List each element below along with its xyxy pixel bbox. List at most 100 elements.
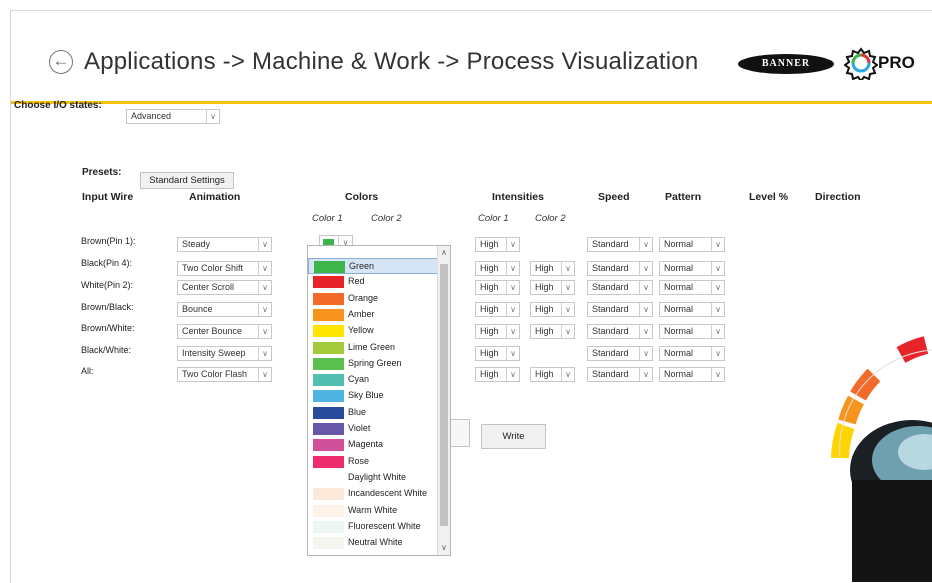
color-option-lime-green[interactable]: Lime Green bbox=[308, 340, 438, 356]
scroll-down-icon[interactable]: ∨ bbox=[438, 541, 450, 555]
color-dropdown-list[interactable]: Green Red Orange Amber Yellow Lime Green Sprin… bbox=[307, 245, 451, 556]
color-option-green[interactable]: Green bbox=[308, 258, 438, 274]
speed-select-value: Standard bbox=[592, 304, 629, 314]
color-option-cyan[interactable]: Cyan bbox=[308, 372, 438, 388]
column-speed: Speed bbox=[598, 191, 630, 203]
color-swatch bbox=[313, 341, 344, 354]
color-swatch bbox=[313, 423, 344, 435]
color-option-amber[interactable]: Amber bbox=[308, 307, 438, 323]
subheader-intensity2: Color 2 bbox=[535, 213, 566, 224]
color-option-magenta[interactable]: Magenta bbox=[308, 437, 438, 453]
chevron-down-icon: ∨ bbox=[506, 238, 519, 251]
column-pattern: Pattern bbox=[665, 191, 702, 203]
animation-select[interactable]: Two Color Flash ∨ bbox=[177, 367, 272, 382]
intensity1-select[interactable]: High ∨ bbox=[475, 261, 520, 276]
animation-select[interactable]: Intensity Sweep ∨ bbox=[177, 346, 272, 361]
animation-select[interactable]: Two Color Shift ∨ bbox=[177, 261, 272, 276]
intensity1-select[interactable]: High ∨ bbox=[475, 280, 520, 295]
intensity1-select-value: High bbox=[480, 304, 499, 314]
intensity1-select-value: High bbox=[480, 348, 499, 358]
color-option-fluorescent-white[interactable]: Fluorescent White bbox=[308, 519, 438, 535]
color-swatch bbox=[313, 325, 344, 338]
intensity1-select[interactable]: High ∨ bbox=[475, 324, 520, 339]
color-swatch bbox=[314, 261, 345, 273]
intensity1-select[interactable]: High ∨ bbox=[475, 237, 520, 252]
chevron-down-icon: ∨ bbox=[711, 281, 724, 294]
speed-select[interactable]: Standard ∨ bbox=[587, 346, 653, 361]
chevron-down-icon: ∨ bbox=[506, 303, 519, 316]
intensity2-select[interactable]: High ∨ bbox=[530, 324, 575, 339]
pattern-select[interactable]: Normal ∨ bbox=[659, 346, 725, 361]
speed-select[interactable]: Standard ∨ bbox=[587, 367, 653, 382]
animation-select-value: Intensity Sweep bbox=[182, 348, 246, 358]
color-swatch bbox=[313, 537, 344, 550]
chevron-down-icon: ∨ bbox=[561, 325, 574, 338]
pattern-select-value: Normal bbox=[664, 239, 694, 249]
color-option-red[interactable]: Red bbox=[308, 274, 438, 290]
standard-settings-button[interactable]: Standard Settings bbox=[140, 172, 234, 189]
speed-select[interactable]: Standard ∨ bbox=[587, 237, 653, 252]
color-option-spring-green[interactable]: Spring Green bbox=[308, 356, 438, 372]
animation-select[interactable]: Center Scroll ∨ bbox=[177, 280, 272, 295]
speed-select[interactable]: Standard ∨ bbox=[587, 324, 653, 339]
color-option-daylight-white[interactable]: Daylight White bbox=[308, 470, 438, 486]
color-option-rose[interactable]: Rose bbox=[308, 454, 438, 470]
color-option-orange[interactable]: Orange bbox=[308, 291, 438, 307]
color-option-label: Green bbox=[349, 261, 375, 271]
light-tower-illustration bbox=[831, 336, 932, 582]
animation-select[interactable]: Steady ∨ bbox=[177, 237, 272, 252]
dropdown-scrollbar[interactable]: ∧ ∨ bbox=[437, 246, 450, 555]
speed-select[interactable]: Standard ∨ bbox=[587, 280, 653, 295]
pattern-select[interactable]: Normal ∨ bbox=[659, 302, 725, 317]
io-states-select[interactable]: Advanced ∨ bbox=[126, 109, 220, 124]
color-option-violet[interactable]: Violet bbox=[308, 421, 438, 437]
intensity2-select-value: High bbox=[535, 326, 554, 336]
chevron-down-icon: ∨ bbox=[711, 325, 724, 338]
color-option-sky-blue[interactable]: Sky Blue bbox=[308, 388, 438, 404]
color-option-neutral-white[interactable]: Neutral White bbox=[308, 535, 438, 551]
intensity2-select[interactable]: High ∨ bbox=[530, 261, 575, 276]
pattern-select[interactable]: Normal ∨ bbox=[659, 261, 725, 276]
write-button[interactable]: Write bbox=[481, 424, 546, 449]
color-option-warm-white[interactable]: Warm White bbox=[308, 503, 438, 519]
color-swatch bbox=[313, 504, 344, 517]
color-option-label: Daylight White bbox=[348, 471, 407, 482]
color-option-yellow[interactable]: Yellow bbox=[308, 323, 438, 339]
intensity2-select[interactable]: High ∨ bbox=[530, 367, 575, 382]
intensity2-select[interactable]: High ∨ bbox=[530, 280, 575, 295]
pro-logo-text: PRO bbox=[878, 53, 915, 72]
speed-select[interactable]: Standard ∨ bbox=[587, 302, 653, 317]
color-option-label: Neutral White bbox=[348, 537, 403, 548]
pattern-select[interactable]: Normal ∨ bbox=[659, 237, 725, 252]
intensity1-select[interactable]: High ∨ bbox=[475, 302, 520, 317]
chevron-down-icon: ∨ bbox=[711, 262, 724, 275]
scrollbar-thumb[interactable] bbox=[440, 264, 448, 526]
chevron-down-icon: ∨ bbox=[506, 368, 519, 381]
intensity1-select[interactable]: High ∨ bbox=[475, 367, 520, 382]
chevron-down-icon: ∨ bbox=[258, 368, 271, 381]
chevron-down-icon: ∨ bbox=[711, 368, 724, 381]
chevron-down-icon: ∨ bbox=[506, 262, 519, 275]
intensity1-select[interactable]: High ∨ bbox=[475, 346, 520, 361]
pattern-select[interactable]: Normal ∨ bbox=[659, 280, 725, 295]
pattern-select-value: Normal bbox=[664, 304, 694, 314]
pattern-select[interactable]: Normal ∨ bbox=[659, 324, 725, 339]
color-option-incandescent-white[interactable]: Incandescent White bbox=[308, 486, 438, 502]
gear-icon bbox=[844, 47, 878, 80]
chevron-down-icon: ∨ bbox=[639, 368, 652, 381]
animation-select-value: Bounce bbox=[182, 304, 213, 314]
animation-select[interactable]: Bounce ∨ bbox=[177, 302, 272, 317]
color-swatch bbox=[313, 374, 344, 387]
scroll-up-icon[interactable]: ∧ bbox=[438, 246, 450, 260]
chevron-down-icon: ∨ bbox=[258, 325, 271, 338]
intensity2-select[interactable]: High ∨ bbox=[530, 302, 575, 317]
color-swatch bbox=[313, 439, 344, 452]
speed-select[interactable]: Standard ∨ bbox=[587, 261, 653, 276]
animation-select[interactable]: Center Bounce ∨ bbox=[177, 324, 272, 339]
pro-logo: PRO bbox=[844, 46, 924, 80]
color-option-label: Incandescent White bbox=[348, 488, 428, 499]
back-arrow-icon[interactable]: ← bbox=[49, 50, 73, 74]
color-option-blue[interactable]: Blue bbox=[308, 405, 438, 421]
subheader-intensity1: Color 1 bbox=[478, 213, 509, 224]
pattern-select[interactable]: Normal ∨ bbox=[659, 367, 725, 382]
